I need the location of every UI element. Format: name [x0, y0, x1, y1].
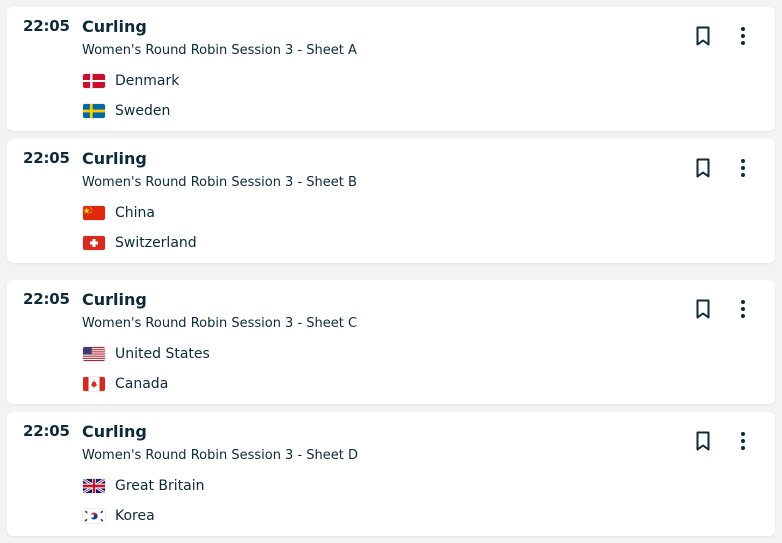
team-row: Canada — [83, 376, 168, 392]
team-name: Canada — [115, 376, 169, 392]
team-name: Great Britain — [115, 478, 205, 494]
usa-flag-icon — [83, 347, 105, 361]
team-row: Great Britain — [83, 478, 205, 494]
event-time: 22:05 — [23, 290, 70, 308]
event-title: Women's Round Robin Session 3 - Sheet B — [82, 175, 357, 190]
event-time: 22:05 — [23, 149, 70, 167]
event-sport: Curling — [82, 422, 147, 441]
bookmark-icon[interactable] — [693, 430, 713, 452]
more-vertical-icon[interactable] — [733, 298, 753, 320]
more-vertical-icon[interactable] — [733, 157, 753, 179]
team-name: Sweden — [115, 103, 171, 119]
more-vertical-icon[interactable] — [733, 430, 753, 452]
more-vertical-icon[interactable] — [733, 25, 753, 47]
event-card-sheet-c[interactable]: 22:05 Curling Women's Round Robin Sessio… — [7, 280, 775, 404]
event-sport: Curling — [82, 149, 147, 168]
team-name: China — [115, 205, 155, 221]
bookmark-icon[interactable] — [693, 157, 713, 179]
korea-flag-icon — [83, 509, 105, 523]
team-name: United States — [115, 346, 210, 362]
event-time: 22:05 — [23, 422, 70, 440]
team-row: United States — [83, 346, 210, 362]
event-card-sheet-a[interactable]: 22:05 Curling Women's Round Robin Sessio… — [7, 7, 775, 131]
event-title: Women's Round Robin Session 3 - Sheet C — [82, 316, 358, 331]
china-flag-icon — [83, 206, 105, 220]
team-name: Denmark — [115, 73, 180, 89]
canada-flag-icon — [83, 377, 105, 391]
event-card-sheet-b[interactable]: 22:05 Curling Women's Round Robin Sessio… — [7, 139, 775, 263]
event-sport: Curling — [82, 17, 147, 36]
bookmark-icon[interactable] — [693, 25, 713, 47]
denmark-flag-icon — [83, 74, 105, 88]
event-title: Women's Round Robin Session 3 - Sheet A — [82, 43, 357, 58]
switzerland-flag-icon — [83, 236, 105, 250]
event-sport: Curling — [82, 290, 147, 309]
event-time: 22:05 — [23, 17, 70, 35]
event-title: Women's Round Robin Session 3 - Sheet D — [82, 448, 359, 463]
team-name: Switzerland — [115, 235, 197, 251]
event-card-sheet-d[interactable]: 22:05 Curling Women's Round Robin Sessio… — [7, 412, 775, 536]
sweden-flag-icon — [83, 104, 105, 118]
team-row: Sweden — [83, 103, 170, 119]
team-row: Switzerland — [83, 235, 197, 251]
team-row: China — [83, 205, 155, 221]
team-row: Denmark — [83, 73, 179, 89]
team-name: Korea — [115, 508, 155, 524]
great-britain-flag-icon — [83, 479, 105, 493]
team-row: Korea — [83, 508, 155, 524]
bookmark-icon[interactable] — [693, 298, 713, 320]
